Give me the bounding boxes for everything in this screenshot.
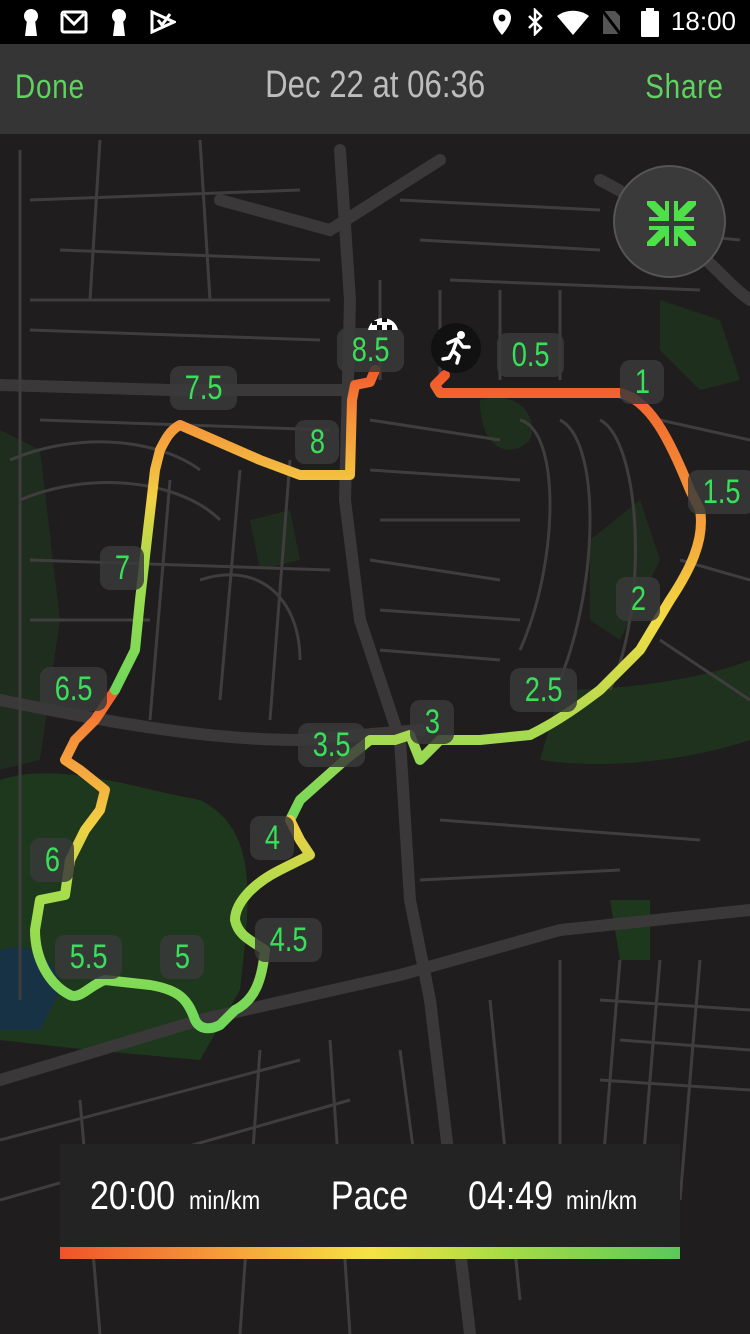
no-sim-icon (600, 9, 622, 36)
km-marker-7: 7 (100, 546, 144, 590)
status-bar: 18:00 (0, 0, 750, 44)
fastest-pace-value: 04:49 (467, 1174, 553, 1218)
battery-icon (641, 8, 659, 37)
km-marker-1.5: 1.5 (688, 470, 750, 514)
km-marker-6: 6 (30, 838, 74, 882)
pace-legend: 20:00 min/km Pace 04:49 min/km (60, 1144, 680, 1259)
fastest-pace-unit: min/km (566, 1185, 638, 1215)
km-marker-3.5: 3.5 (298, 723, 366, 767)
wifi-icon (557, 10, 589, 35)
km-marker-0.5: 0.5 (497, 333, 565, 377)
page-title: Dec 22 at 06:36 (0, 64, 750, 107)
location-icon (493, 9, 511, 35)
km-marker-8.5: 8.5 (337, 328, 405, 372)
km-marker-5: 5 (160, 935, 204, 979)
keyhole-icon (24, 9, 38, 36)
km-marker-8: 8 (295, 420, 339, 464)
runner-icon (441, 331, 471, 365)
km-marker-4: 4 (250, 816, 294, 860)
task-icon (150, 10, 176, 34)
share-button[interactable]: Share (645, 68, 724, 107)
keyhole-icon (112, 9, 126, 36)
pace-gradient-bar (60, 1247, 680, 1259)
km-marker-2: 2 (616, 577, 660, 621)
start-marker[interactable] (431, 323, 481, 373)
nav-bar: Done Dec 22 at 06:36 Share (0, 44, 750, 134)
collapse-arrows-icon (647, 201, 696, 246)
fastest-pace: 04:49 min/km (468, 1174, 650, 1219)
bluetooth-icon (528, 8, 543, 36)
collapse-map-button[interactable] (613, 165, 726, 278)
km-marker-6.5: 6.5 (40, 667, 108, 711)
route-segment-end (110, 365, 380, 695)
gmail-icon (60, 10, 88, 34)
checkered-flag-icon (368, 318, 398, 330)
km-marker-3: 3 (410, 700, 454, 744)
km-marker-4.5: 4.5 (255, 918, 323, 962)
page-title-text: Dec 22 at 06:36 (264, 64, 486, 106)
km-marker-7.5: 7.5 (170, 366, 238, 410)
km-marker-5.5: 5.5 (55, 935, 123, 979)
status-time: 18:00 (670, 6, 736, 36)
km-marker-2.5: 2.5 (510, 668, 578, 712)
km-marker-1: 1 (620, 360, 664, 404)
